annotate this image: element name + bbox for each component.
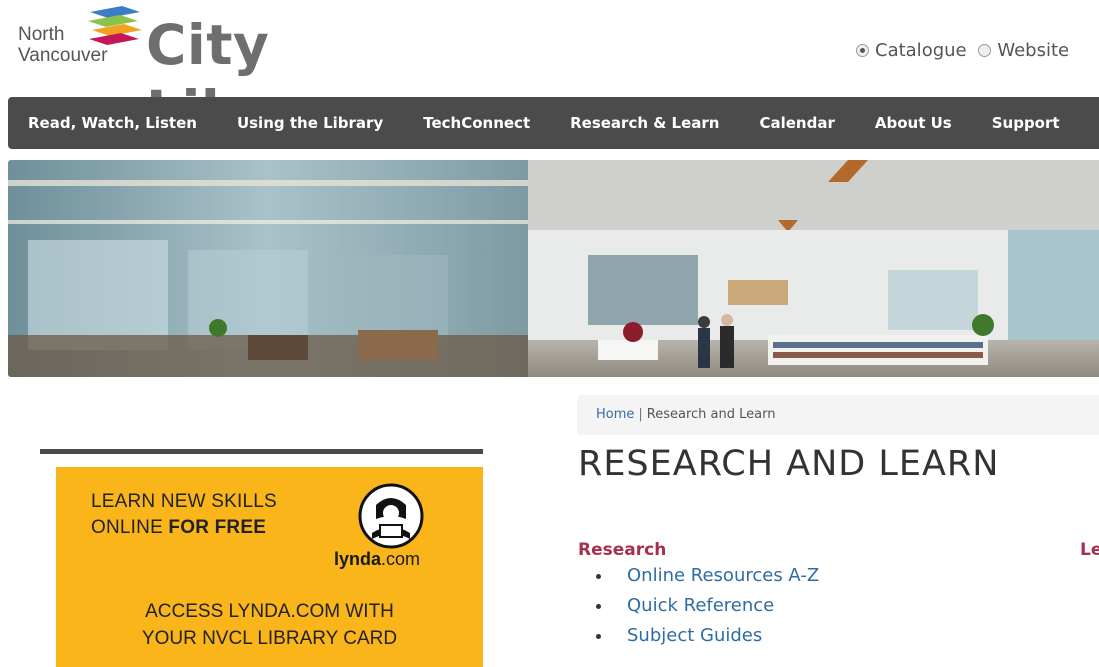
breadcrumb-separator: | (638, 407, 643, 422)
ad-headline-2-prefix: ONLINE (91, 517, 169, 538)
research-links: Online Resources A-Z Quick Reference Sub… (596, 563, 819, 653)
lynda-wordmark-suffix: .com (381, 549, 421, 569)
list-item: Online Resources A-Z (596, 563, 819, 593)
ad-divider (40, 449, 483, 454)
lynda-ad-banner[interactable]: LEARN NEW SKILLS ONLINE FOR FREE lynda.c… (56, 467, 483, 667)
books-logo-icon (88, 6, 142, 45)
lynda-wordmark-bold: lynda (334, 549, 382, 569)
online-resources-link[interactable]: Online Resources A-Z (627, 565, 819, 586)
nav-calendar[interactable]: Calendar (739, 114, 854, 132)
website-label: Website (997, 40, 1070, 61)
nav-support[interactable]: Support (972, 114, 1080, 132)
lynda-logo-icon (358, 483, 424, 549)
website-radio[interactable] (978, 44, 992, 57)
research-heading: Research (578, 540, 667, 560)
nav-techconnect[interactable]: TechConnect (403, 114, 550, 132)
breadcrumb-current: Research and Learn (646, 407, 776, 422)
nav-read-watch-listen[interactable]: Read, Watch, Listen (8, 114, 217, 132)
bullet-icon (596, 633, 601, 639)
ad-headline-2-bold: FOR FREE (168, 517, 267, 538)
page-title: RESEARCH AND LEARN (578, 444, 1000, 484)
list-item: Quick Reference (596, 593, 819, 623)
logo-vancouver-text: Vancouver (18, 45, 108, 66)
lynda-wordmark: lynda.com (334, 549, 420, 570)
search-scope-selector: Catalogue Website (856, 40, 1075, 61)
subject-guides-link[interactable]: Subject Guides (627, 625, 762, 646)
logo-north-text: North (18, 24, 65, 45)
scope-catalogue[interactable]: Catalogue (856, 40, 972, 61)
breadcrumb-home-link[interactable]: Home (596, 407, 634, 422)
breadcrumb: Home | Research and Learn (577, 395, 1099, 435)
banner-image (8, 160, 1099, 377)
list-item: Subject Guides (596, 623, 819, 653)
catalogue-radio[interactable] (856, 44, 869, 57)
catalogue-label: Catalogue (875, 40, 967, 61)
ad-headline-2: ONLINE FOR FREE (91, 517, 266, 539)
main-nav: Read, Watch, Listen Using the Library Te… (8, 97, 1099, 149)
library-interior-illustration (8, 160, 1099, 377)
ad-cta-line-1: ACCESS LYNDA.COM WITH (145, 601, 394, 622)
scope-website[interactable]: Website (978, 40, 1069, 61)
ad-headline-1: LEARN NEW SKILLS (91, 491, 277, 512)
nav-using-the-library[interactable]: Using the Library (217, 114, 403, 132)
bullet-icon (596, 603, 601, 609)
nav-research-learn[interactable]: Research & Learn (550, 114, 739, 132)
quick-reference-link[interactable]: Quick Reference (627, 595, 774, 616)
nav-about-us[interactable]: About Us (855, 114, 972, 132)
learn-heading: Le (1080, 540, 1099, 560)
ad-cta-line-2: YOUR NVCL LIBRARY CARD (141, 628, 398, 649)
site-logo[interactable]: North Vancouver City Library (16, 6, 486, 143)
bullet-icon (596, 573, 601, 579)
